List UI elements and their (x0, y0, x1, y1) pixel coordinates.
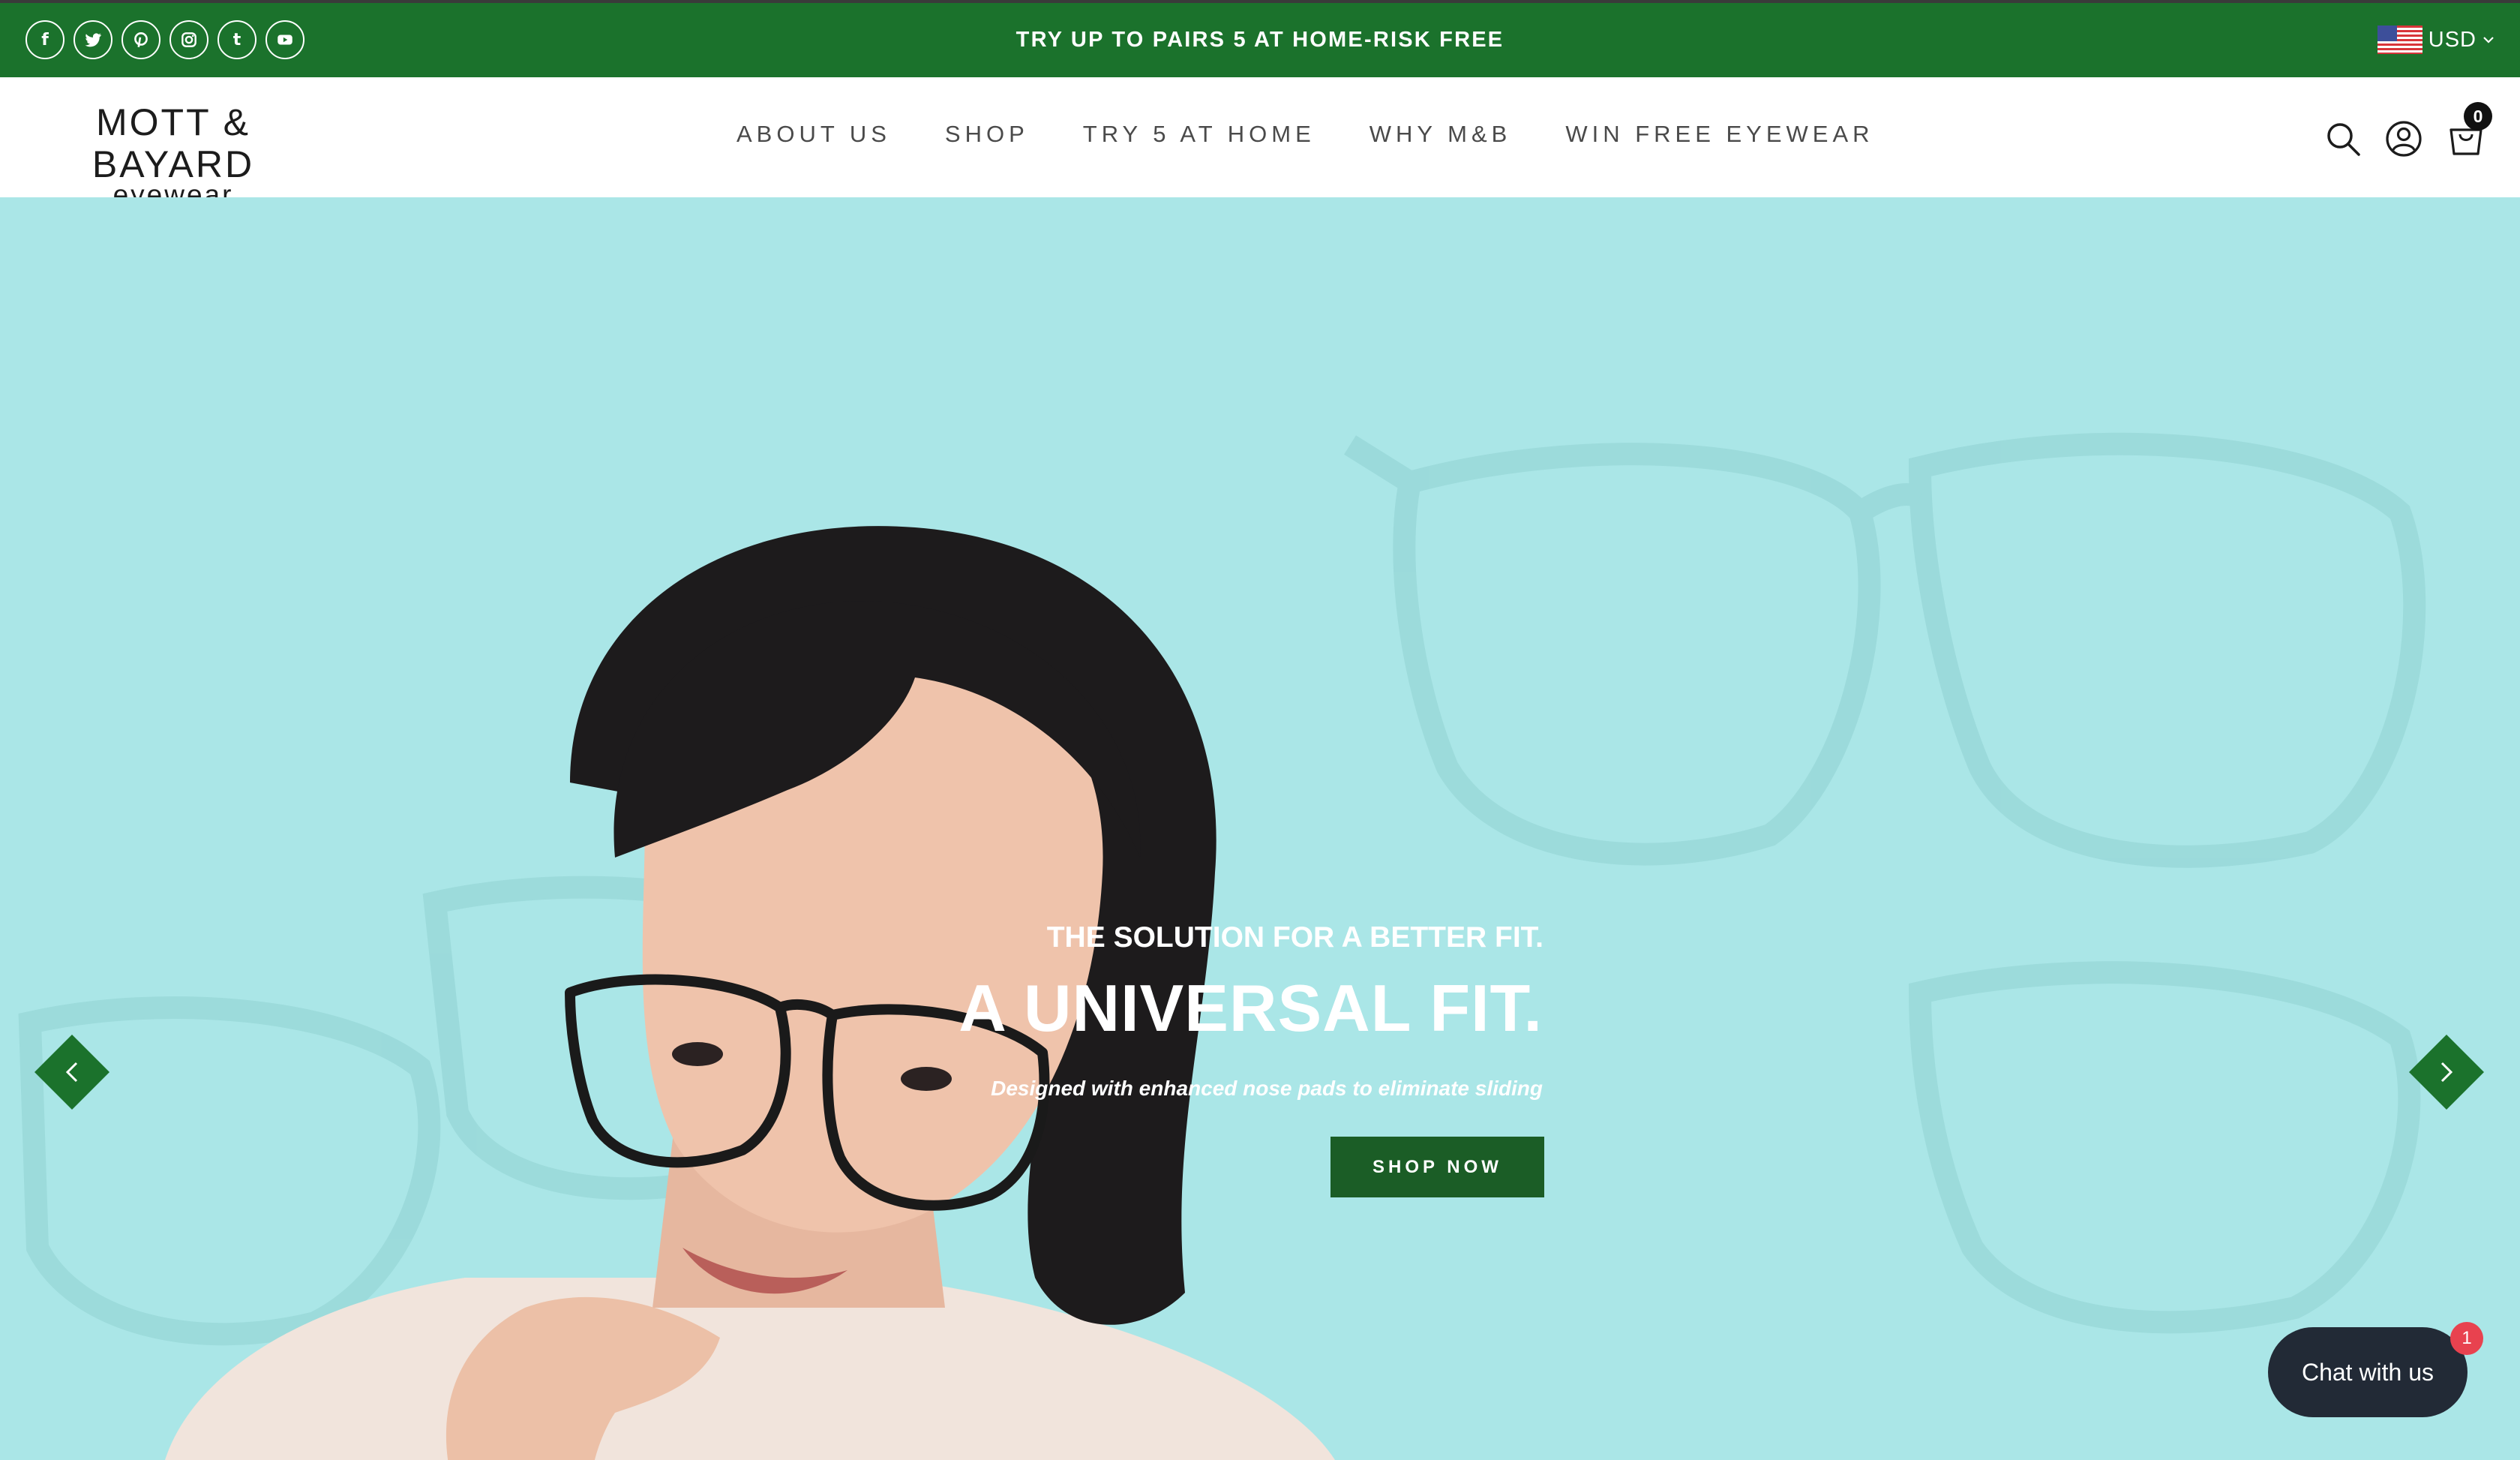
nav-item-win-free-eyewear[interactable]: WIN FREE EYEWEAR (1565, 121, 1874, 148)
shop-now-button[interactable]: SHOP NOW (1330, 1137, 1544, 1197)
slider-next-button[interactable] (2409, 1035, 2484, 1110)
site-header: MOTT & BAYARD eyewear ABOUT US SHOP TRY … (0, 77, 2520, 209)
cart-count-badge: 0 (2464, 102, 2492, 131)
account-icon[interactable] (2384, 119, 2423, 158)
search-icon[interactable] (2324, 119, 2362, 158)
nav-item-try-at-home[interactable]: TRY 5 AT HOME (1083, 121, 1316, 148)
hero-slider: THE SOLUTION FOR A BETTER FIT. A UNIVERS… (0, 197, 2520, 1460)
chat-notification-badge: 1 (2450, 1322, 2483, 1355)
hero-subline: Designed with enhanced nose pads to elim… (991, 1077, 1543, 1100)
nav-item-about-us[interactable]: ABOUT US (736, 121, 891, 148)
chat-label: Chat with us (2301, 1358, 2434, 1386)
announcement-bar: f t TRY UP TO PAIRS 5 AT HOME-RISK FREE … (0, 0, 2520, 77)
currency-label: USD (2428, 27, 2476, 52)
currency-selector[interactable]: USD (2377, 26, 2494, 54)
chevron-down-icon (2483, 37, 2494, 44)
us-flag-icon (2377, 26, 2422, 54)
nav-item-shop[interactable]: SHOP (945, 121, 1029, 148)
hero-image (18, 432, 2426, 1460)
promo-message: TRY UP TO PAIRS 5 AT HOME-RISK FREE (1016, 28, 1504, 52)
logo-wordmark: MOTT & BAYARD (92, 101, 255, 185)
nav-item-why-mb[interactable]: WHY M&B (1370, 121, 1512, 148)
slider-prev-button[interactable] (34, 1035, 110, 1110)
chat-widget-button[interactable]: Chat with us (2268, 1327, 2468, 1417)
main-nav: ABOUT US SHOP TRY 5 AT HOME WHY M&B WIN … (736, 121, 1874, 148)
hero-headline: A UNIVERSAL FIT. (958, 971, 1543, 1045)
hero-kicker: THE SOLUTION FOR A BETTER FIT. (1046, 921, 1544, 954)
brand-logo[interactable]: MOTT & BAYARD eyewear (28, 101, 318, 209)
